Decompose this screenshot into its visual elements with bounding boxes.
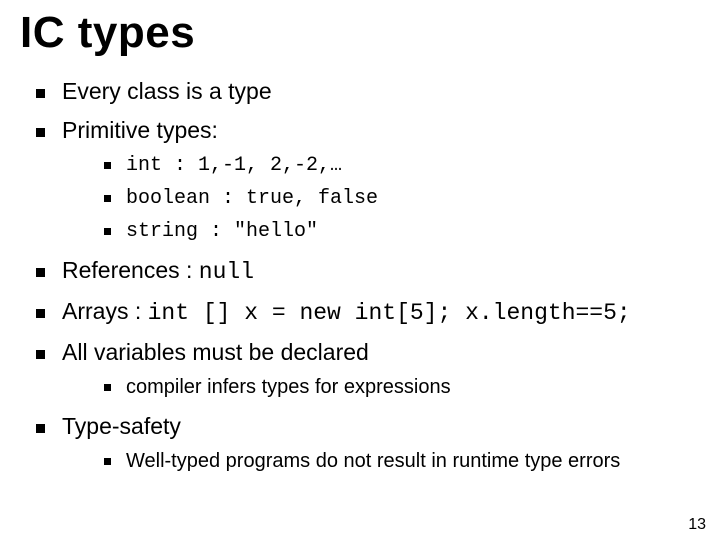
sub-string: string : "hello" [104, 218, 700, 245]
sub-list-compiler: compiler infers types for expressions [78, 374, 700, 401]
sub-well-typed: Well-typed programs do not result in run… [104, 448, 700, 475]
bullet-references-code: null [199, 259, 254, 285]
sub-compiler-infers: compiler infers types for expressions [104, 374, 700, 401]
bullet-arrays-code: int [] x = new int[5]; x.length==5; [148, 300, 631, 326]
slide-title: IC types [20, 8, 700, 58]
bullet-every-class: Every class is a type [36, 76, 700, 107]
sub-list-well-typed: Well-typed programs do not result in run… [78, 448, 700, 475]
bullet-type-safety-label: Type-safety [62, 413, 181, 439]
bullet-references: References : null [36, 255, 700, 288]
bullet-type-safety: Type-safety Well-typed programs do not r… [36, 411, 700, 475]
sub-boolean: boolean : true, false [104, 185, 700, 212]
bullet-primitive-types-label: Primitive types: [62, 117, 218, 143]
sub-list-primitives: int : 1,-1, 2,-2,… boolean : true, false… [78, 152, 700, 245]
sub-int: int : 1,-1, 2,-2,… [104, 152, 700, 179]
bullet-all-vars-label: All variables must be declared [62, 339, 369, 365]
bullet-primitive-types: Primitive types: int : 1,-1, 2,-2,… bool… [36, 115, 700, 245]
bullet-arrays-label: Arrays : [62, 298, 148, 324]
bullet-arrays: Arrays : int [] x = new int[5]; x.length… [36, 296, 700, 329]
bullet-all-vars: All variables must be declared compiler … [36, 337, 700, 401]
bullet-references-label: References : [62, 257, 199, 283]
slide: IC types Every class is a type Primitive… [0, 0, 720, 540]
page-number: 13 [688, 516, 706, 534]
bullet-list: Every class is a type Primitive types: i… [26, 76, 700, 475]
